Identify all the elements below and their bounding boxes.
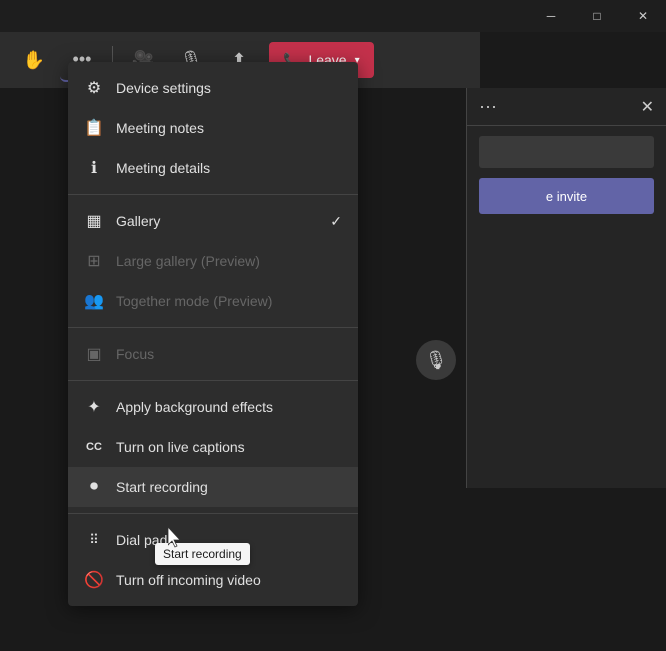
menu-item-incoming-video-label: Turn off incoming video: [116, 572, 261, 588]
gallery-check-icon: ✓: [330, 213, 342, 230]
menu-divider-3: [68, 380, 358, 381]
focus-icon: ▣: [84, 344, 104, 364]
no-video-icon: 🚫: [84, 570, 104, 590]
hand-icon: ✋: [23, 50, 45, 71]
large-gallery-icon: ⊞: [84, 251, 104, 271]
maximize-button[interactable]: □: [574, 0, 620, 32]
side-panel-close-button[interactable]: ✕: [641, 97, 654, 117]
menu-item-background[interactable]: ✦ Apply background effects: [68, 387, 358, 427]
menu-item-meeting-details-label: Meeting details: [116, 160, 210, 176]
hand-raise-button[interactable]: ✋: [12, 38, 56, 82]
side-panel-field: [479, 136, 654, 168]
menu-item-large-gallery: ⊞ Large gallery (Preview): [68, 241, 358, 281]
menu-item-device-settings[interactable]: ⚙ Device settings: [68, 68, 358, 108]
menu-divider-1: [68, 194, 358, 195]
menu-item-focus: ▣ Focus: [68, 334, 358, 374]
record-icon: ⏺: [84, 477, 104, 497]
menu-item-large-gallery-label: Large gallery (Preview): [116, 253, 260, 269]
captions-icon: CC: [84, 437, 104, 457]
menu-item-meeting-notes[interactable]: 📋 Meeting notes: [68, 108, 358, 148]
menu-item-captions[interactable]: CC Turn on live captions: [68, 427, 358, 467]
menu-item-recording-label: Start recording: [116, 479, 208, 495]
menu-item-device-settings-label: Device settings: [116, 80, 211, 96]
menu-item-together-mode: 👥 Together mode (Preview): [68, 281, 358, 321]
side-panel-more-button[interactable]: ···: [479, 96, 497, 117]
minimize-button[interactable]: ─: [528, 0, 574, 32]
gear-icon: ⚙: [84, 78, 104, 98]
menu-divider-2: [68, 327, 358, 328]
notes-icon: 📋: [84, 118, 104, 138]
info-icon: ℹ: [84, 158, 104, 178]
close-button[interactable]: ✕: [620, 0, 666, 32]
background-icon: ✦: [84, 397, 104, 417]
gallery-icon: ▦: [84, 211, 104, 231]
menu-item-together-mode-label: Together mode (Preview): [116, 293, 272, 309]
menu-item-captions-label: Turn on live captions: [116, 439, 245, 455]
menu-item-recording[interactable]: ⏺ Start recording: [68, 467, 358, 507]
menu-item-meeting-details[interactable]: ℹ Meeting details: [68, 148, 358, 188]
menu-divider-4: [68, 513, 358, 514]
tooltip-label: Start recording: [163, 547, 242, 561]
mic-float-button[interactable]: 🎙: [416, 340, 456, 380]
menu-item-gallery-label: Gallery: [116, 213, 160, 229]
dialpad-icon: ⠿: [84, 530, 104, 550]
side-panel-header: ··· ✕: [467, 88, 666, 126]
menu-item-focus-label: Focus: [116, 346, 154, 362]
together-icon: 👥: [84, 291, 104, 311]
invite-button[interactable]: e invite: [479, 178, 654, 214]
menu-item-gallery[interactable]: ▦ Gallery ✓: [68, 201, 358, 241]
side-panel: ··· ✕ e invite: [466, 88, 666, 488]
title-bar: ─ □ ✕: [0, 0, 666, 32]
tooltip-recording: Start recording: [155, 543, 250, 565]
menu-item-meeting-notes-label: Meeting notes: [116, 120, 204, 136]
dropdown-menu: ⚙ Device settings 📋 Meeting notes ℹ Meet…: [68, 62, 358, 606]
menu-item-background-label: Apply background effects: [116, 399, 273, 415]
menu-item-incoming-video[interactable]: 🚫 Turn off incoming video: [68, 560, 358, 600]
mic-float-icon: 🎙: [425, 350, 448, 371]
